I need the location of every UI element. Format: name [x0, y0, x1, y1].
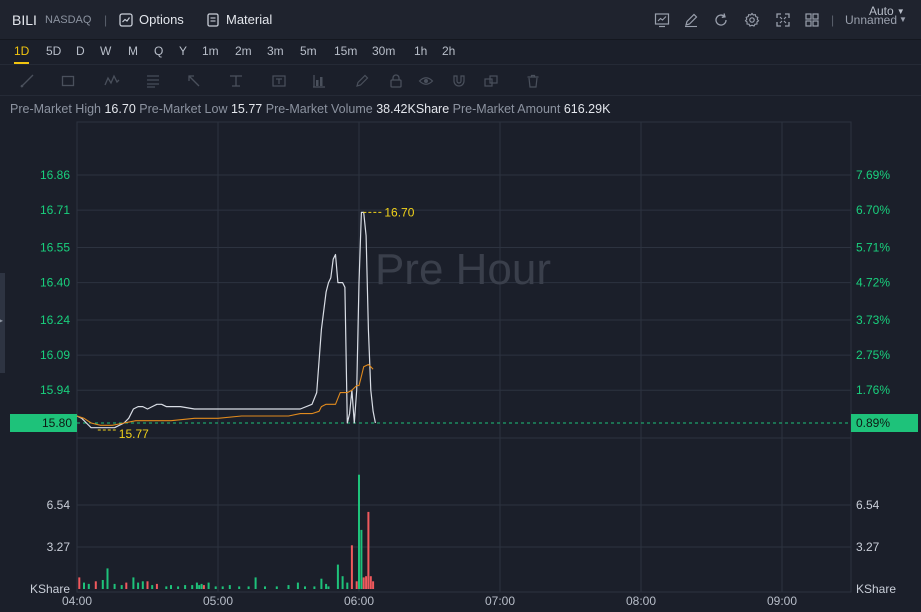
volume-bar — [137, 582, 140, 589]
y-tick-label-right: 3.73% — [856, 313, 890, 327]
low-marker-label: 15.77 — [119, 427, 149, 441]
y-tick-label-left: 16.55 — [40, 241, 70, 255]
y-tick-label-right: 2.75% — [856, 348, 890, 362]
volume-bar — [146, 581, 149, 589]
volume-bar — [313, 586, 316, 589]
volume-bar — [372, 581, 375, 589]
volume-bar — [369, 576, 372, 589]
volume-bar — [151, 585, 154, 589]
volume-bar — [358, 474, 360, 589]
volume-bar — [155, 583, 158, 589]
volume-bar — [287, 585, 290, 589]
volume-bar — [113, 583, 116, 589]
volume-bar — [207, 582, 210, 589]
volume-bar — [350, 545, 353, 589]
price-chart[interactable]: 04:00 05:00 06:00 07:00 08:00 09:00 16.86 7.69%… — [0, 0, 921, 612]
plot-frame — [76, 121, 852, 593]
volume-bar — [221, 586, 224, 589]
volume-bar — [198, 585, 201, 589]
volume-bar — [320, 578, 323, 589]
volume-bar — [336, 564, 339, 589]
y-tick-label-right: 7.69% — [856, 168, 890, 182]
y-tick-label-right: 4.72% — [856, 276, 890, 290]
volume-bar — [106, 568, 109, 589]
volume-tick-left: 3.27 — [47, 540, 71, 554]
x-tick-label: 04:00 — [62, 594, 92, 608]
y-tick-label-left: 16.09 — [40, 348, 70, 362]
volume-bar — [87, 583, 90, 589]
volume-tick-right: 3.27 — [856, 540, 880, 554]
volume-bar — [264, 586, 266, 589]
volume-bar — [275, 586, 278, 589]
volume-bar — [228, 585, 231, 589]
volume-bar — [125, 582, 128, 589]
volume-bar — [132, 577, 135, 589]
y-tick-label-left: 16.86 — [40, 168, 70, 182]
volume-bar — [120, 585, 123, 589]
volume-bar — [165, 586, 168, 589]
volume-bar — [94, 581, 97, 589]
volume-unit-left: KShare — [30, 582, 70, 596]
volume-bar — [202, 585, 205, 589]
volume-bar — [346, 582, 349, 589]
x-tick-label: 08:00 — [626, 594, 656, 608]
volume-bar — [304, 586, 306, 589]
y-tick-label-right: 5.71% — [856, 241, 890, 255]
volume-bar — [191, 585, 194, 589]
volume-bar — [83, 582, 85, 589]
volume-bar — [184, 585, 187, 589]
y-tick-label-left: 16.24 — [40, 313, 70, 327]
volume-bar — [200, 583, 203, 589]
volume-bar — [365, 576, 368, 589]
volume-tick-left: 6.54 — [47, 498, 71, 512]
current-price-label: 15.80 — [42, 416, 72, 430]
watermark-text: Pre Hour — [375, 245, 551, 294]
volume-bar — [170, 585, 172, 589]
volume-bar — [177, 586, 180, 589]
x-tick-label: 05:00 — [203, 594, 233, 608]
current-pct-label: 0.89% — [856, 416, 890, 430]
y-tick-label-left: 16.71 — [40, 203, 70, 217]
volume-bar — [141, 581, 144, 589]
y-tick-label-left: 15.94 — [40, 383, 70, 397]
volume-bar — [214, 586, 217, 589]
volume-bar — [367, 511, 370, 589]
y-tick-label-left: 16.40 — [40, 276, 70, 290]
volume-bar — [325, 583, 328, 589]
volume-bar — [296, 582, 299, 589]
volume-tick-right: 6.54 — [856, 498, 880, 512]
volume-bar — [355, 581, 358, 589]
volume-bar — [195, 582, 198, 589]
volume-bar — [101, 580, 104, 589]
x-tick-label: 07:00 — [485, 594, 515, 608]
volume-bar — [327, 586, 330, 589]
y-tick-label-right: 6.70% — [856, 203, 890, 217]
x-tick-label: 09:00 — [767, 594, 797, 608]
volume-bar — [362, 577, 365, 589]
high-marker-label: 16.70 — [384, 205, 414, 219]
volume-unit-right: KShare — [856, 582, 896, 596]
volume-bar — [78, 577, 81, 589]
y-tick-label-right: 1.76% — [856, 383, 890, 397]
volume-bar — [360, 529, 363, 589]
volume-bar — [341, 576, 344, 589]
volume-bar — [238, 586, 241, 589]
volume-bar — [254, 577, 257, 589]
x-tick-label: 06:00 — [344, 594, 374, 608]
average-price-line — [76, 363, 374, 426]
volume-bar — [247, 586, 250, 589]
